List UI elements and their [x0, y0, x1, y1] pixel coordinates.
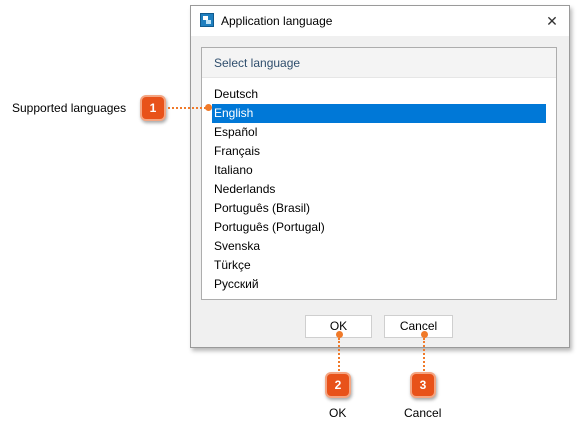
callout-3-label: Cancel [404, 406, 442, 420]
close-icon[interactable]: ✕ [541, 10, 563, 32]
callout-1-leader [168, 107, 206, 109]
callout-2-leader [338, 338, 340, 371]
language-item-francais[interactable]: Français [212, 142, 546, 161]
callout-3-badge: 3 [410, 372, 436, 398]
language-item-svenska[interactable]: Svenska [212, 237, 546, 256]
dialog-title: Application language [221, 14, 333, 28]
dialog-titlebar: Application language ✕ [191, 6, 569, 36]
cancel-button[interactable]: Cancel [384, 315, 453, 338]
callout-3-dot [421, 331, 428, 338]
callout-1-label: Supported languages [12, 101, 127, 115]
callout-2-dot [336, 331, 343, 338]
screenshot-stage: Application language ✕ Select language D… [0, 0, 577, 438]
callout-2-label: OK [329, 406, 347, 420]
panel-header: Select language [202, 48, 556, 78]
language-item-italiano[interactable]: Italiano [212, 161, 546, 180]
callout-1-dot [205, 104, 212, 111]
application-language-dialog: Application language ✕ Select language D… [190, 5, 570, 348]
language-item-russian[interactable]: Русский [212, 275, 546, 294]
language-list: Deutsch English Español Français Italian… [202, 78, 556, 294]
language-item-nederlands[interactable]: Nederlands [212, 180, 546, 199]
language-item-turkce[interactable]: Türkçe [212, 256, 546, 275]
language-list-panel: Select language Deutsch English Español … [201, 47, 557, 300]
language-item-english[interactable]: English [212, 104, 546, 123]
callout-1-badge: 1 [140, 95, 166, 121]
callout-3-leader [423, 338, 425, 371]
language-item-espanol[interactable]: Español [212, 123, 546, 142]
language-item-deutsch[interactable]: Deutsch [212, 85, 546, 104]
language-item-portugues-brasil[interactable]: Português (Brasil) [212, 199, 546, 218]
callout-2-badge: 2 [325, 372, 351, 398]
language-item-portugues-portugal[interactable]: Português (Portugal) [212, 218, 546, 237]
app-language-icon [200, 13, 214, 27]
